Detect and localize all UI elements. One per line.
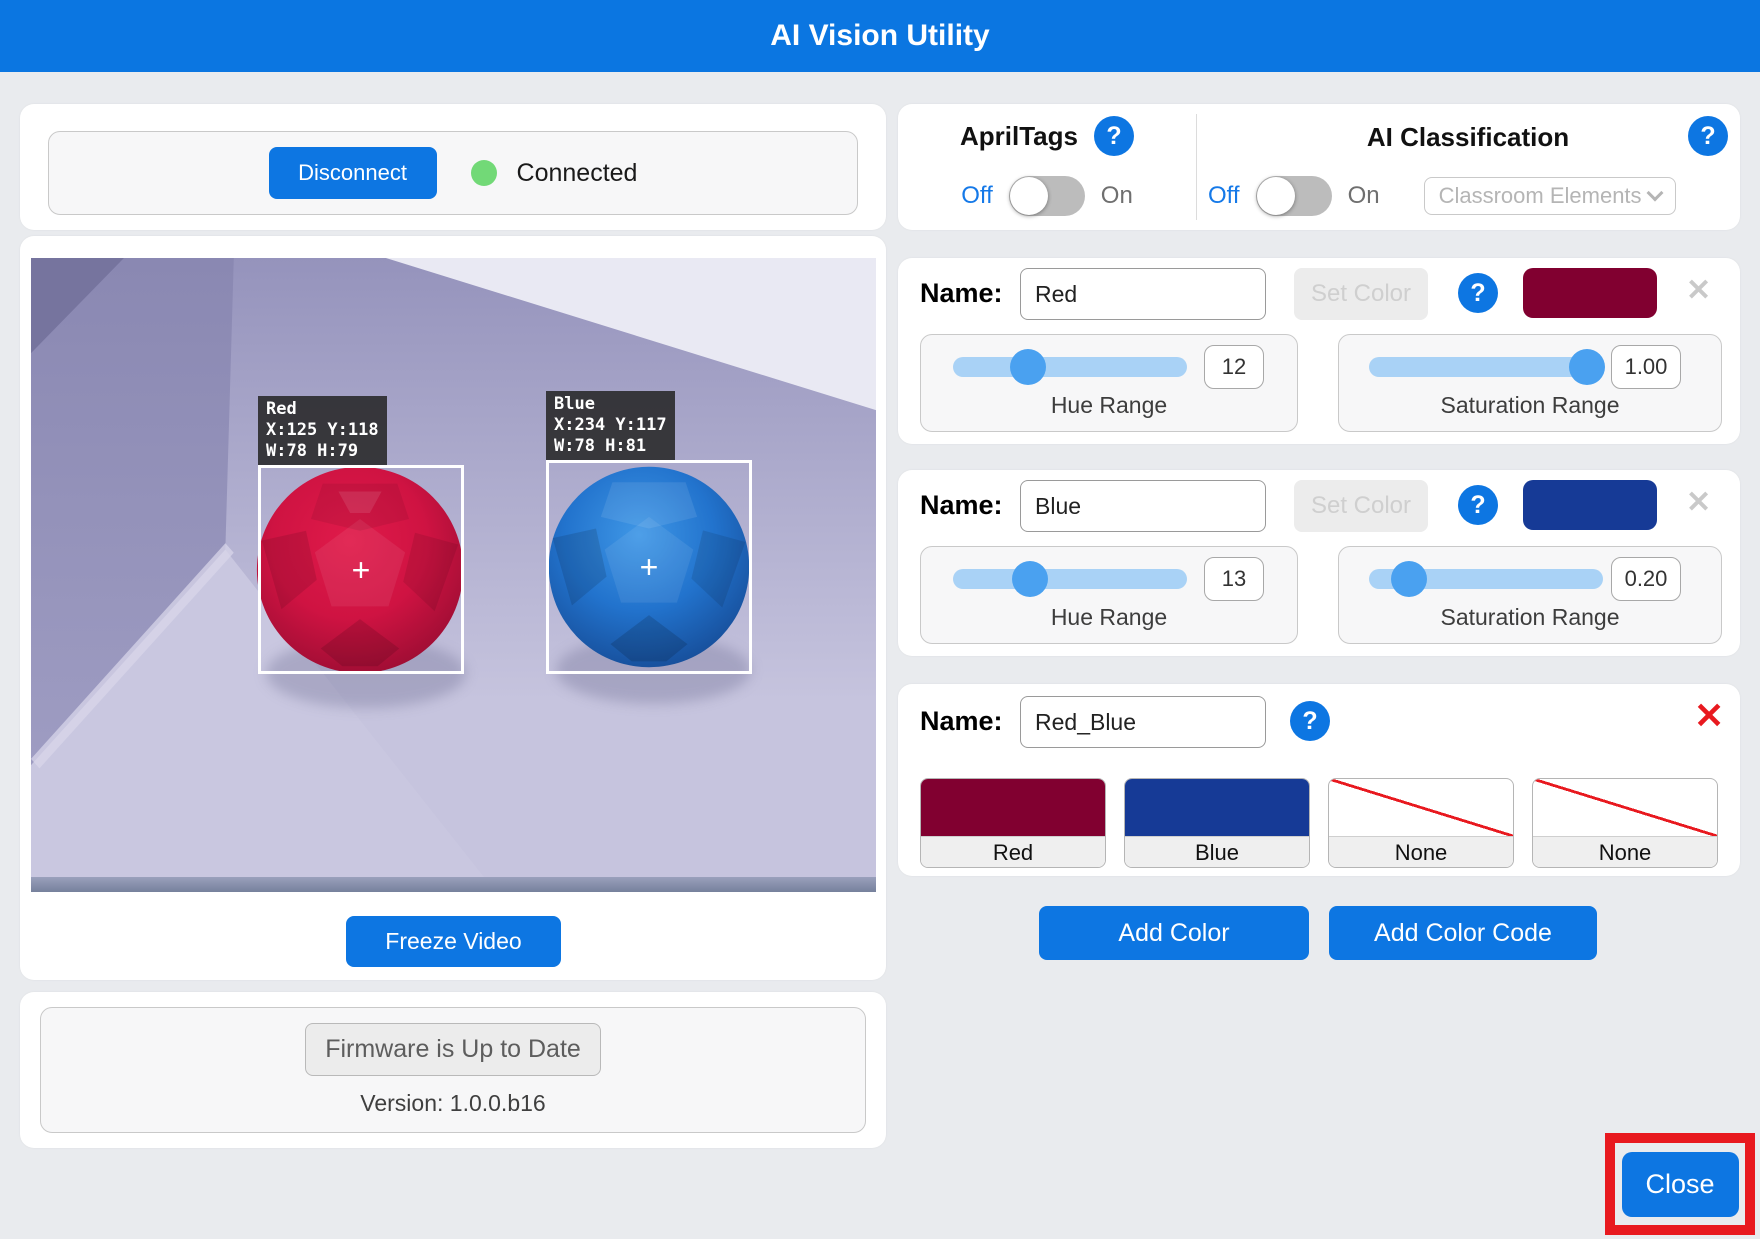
- color-swatch: [1523, 268, 1657, 318]
- firmware-box: Firmware is Up to Date Version: 1.0.0.b1…: [40, 1007, 866, 1133]
- hue-slider-track[interactable]: [953, 569, 1187, 589]
- classification-dropdown[interactable]: Classroom Elements: [1424, 177, 1676, 215]
- slot-label: None: [1329, 836, 1513, 868]
- hue-slider-track[interactable]: [953, 357, 1187, 377]
- slot-label: Red: [921, 836, 1105, 868]
- connection-status: Connected: [517, 159, 638, 188]
- add-color-button[interactable]: Add Color: [1039, 906, 1309, 960]
- saturation-range-label: Saturation Range: [1339, 392, 1721, 419]
- firmware-card: Firmware is Up to Date Version: 1.0.0.b1…: [20, 992, 886, 1148]
- hue-range-label: Hue Range: [921, 604, 1297, 631]
- classification-off-label: Off: [1208, 182, 1240, 210]
- toggles-card: AprilTags ? Off On AI Classification ? O…: [898, 104, 1740, 230]
- classification-on-label: On: [1348, 182, 1380, 210]
- apriltags-toggle[interactable]: [1009, 176, 1085, 216]
- remove-color-icon[interactable]: ✕: [1686, 276, 1711, 306]
- video-feed: Red X:125 Y:118 W:78 H:79 + Blue X:234 Y…: [31, 258, 876, 892]
- classification-help-button[interactable]: ?: [1688, 116, 1728, 156]
- hue-range-box: 13 Hue Range: [920, 546, 1298, 644]
- saturation-value[interactable]: 0.20: [1611, 557, 1681, 601]
- slot-label: None: [1533, 836, 1717, 868]
- name-label: Name:: [920, 706, 1003, 737]
- video-card: Red X:125 Y:118 W:78 H:79 + Blue X:234 Y…: [20, 236, 886, 980]
- color-name-input[interactable]: [1020, 480, 1266, 532]
- color-card-red: Name: Set Color ? ✕ 12 Hue Range 1.00 Sa…: [898, 258, 1740, 444]
- color-code-slot-3[interactable]: None: [1328, 778, 1514, 868]
- saturation-range-label: Saturation Range: [1339, 604, 1721, 631]
- name-label: Name:: [920, 278, 1003, 309]
- apriltags-help-button[interactable]: ?: [1094, 116, 1134, 156]
- apriltags-on-label: On: [1101, 182, 1133, 210]
- detection-label-blue: Blue X:234 Y:117 W:78 H:81: [546, 391, 675, 460]
- saturation-slider-track[interactable]: [1369, 569, 1603, 589]
- chevron-down-icon: [1646, 185, 1663, 202]
- color-help-button[interactable]: ?: [1458, 273, 1498, 313]
- set-color-button[interactable]: Set Color: [1294, 480, 1428, 532]
- classification-toggle[interactable]: [1256, 176, 1332, 216]
- blue-crosshair-icon: +: [640, 551, 659, 583]
- hue-slider-knob[interactable]: [1012, 561, 1048, 597]
- slot-color-none: [1329, 779, 1513, 836]
- saturation-slider-knob[interactable]: [1569, 349, 1605, 385]
- saturation-range-box: 0.20 Saturation Range: [1338, 546, 1722, 644]
- detection-label-red: Red X:125 Y:118 W:78 H:79: [258, 396, 387, 465]
- color-code-card: Name: ? ✕ Red Blue None None: [898, 684, 1740, 876]
- hue-value[interactable]: 13: [1204, 557, 1264, 601]
- firmware-version: Version: 1.0.0.b16: [360, 1090, 545, 1117]
- color-swatch: [1523, 480, 1657, 530]
- slot-color: [921, 779, 1105, 836]
- dropdown-value: Classroom Elements: [1439, 183, 1642, 209]
- add-color-code-button[interactable]: Add Color Code: [1329, 906, 1597, 960]
- hue-value[interactable]: 12: [1204, 345, 1264, 389]
- title-bar: AI Vision Utility: [0, 0, 1760, 72]
- question-icon: ?: [1700, 122, 1715, 151]
- color-name-input[interactable]: [1020, 268, 1266, 320]
- video-bottom-strip: [31, 877, 876, 892]
- question-icon: ?: [1106, 122, 1121, 151]
- close-highlight: Close: [1605, 1133, 1755, 1235]
- color-code-name-input[interactable]: [1020, 696, 1266, 748]
- saturation-range-box: 1.00 Saturation Range: [1338, 334, 1722, 432]
- set-color-button[interactable]: Set Color: [1294, 268, 1428, 320]
- connection-card: Disconnect Connected: [20, 104, 886, 230]
- name-label: Name:: [920, 490, 1003, 521]
- toggle-knob: [1257, 177, 1295, 215]
- color-code-slot-1[interactable]: Red: [920, 778, 1106, 868]
- color-card-blue: Name: Set Color ? ✕ 13 Hue Range 0.20 Sa…: [898, 470, 1740, 656]
- slot-color-none: [1533, 779, 1717, 836]
- remove-color-code-icon[interactable]: ✕: [1694, 698, 1724, 734]
- hue-range-box: 12 Hue Range: [920, 334, 1298, 432]
- saturation-slider-track[interactable]: [1369, 357, 1603, 377]
- disconnect-button[interactable]: Disconnect: [269, 147, 437, 199]
- classification-title: AI Classification: [1196, 122, 1740, 153]
- color-help-button[interactable]: ?: [1458, 485, 1498, 525]
- apriltags-title: AprilTags: [960, 121, 1078, 152]
- page-title: AI Vision Utility: [770, 19, 989, 53]
- toggle-knob: [1010, 177, 1048, 215]
- remove-color-icon[interactable]: ✕: [1686, 488, 1711, 518]
- slot-label: Blue: [1125, 836, 1309, 868]
- color-code-slot-4[interactable]: None: [1532, 778, 1718, 868]
- question-icon: ?: [1302, 707, 1317, 736]
- saturation-slider-knob[interactable]: [1391, 561, 1427, 597]
- question-icon: ?: [1470, 279, 1485, 308]
- saturation-value[interactable]: 1.00: [1611, 345, 1681, 389]
- color-code-help-button[interactable]: ?: [1290, 701, 1330, 741]
- connection-box: Disconnect Connected: [48, 131, 858, 215]
- hue-slider-knob[interactable]: [1010, 349, 1046, 385]
- freeze-video-button[interactable]: Freeze Video: [346, 916, 561, 967]
- classification-section: AI Classification ? Off On Classroom Ele…: [1196, 104, 1740, 230]
- slot-color: [1125, 779, 1309, 836]
- apriltags-section: AprilTags ? Off On: [898, 104, 1196, 230]
- red-crosshair-icon: +: [352, 554, 371, 586]
- close-button[interactable]: Close: [1622, 1152, 1739, 1217]
- status-dot-icon: [471, 160, 497, 186]
- question-icon: ?: [1470, 491, 1485, 520]
- hue-range-label: Hue Range: [921, 392, 1297, 419]
- firmware-status-button[interactable]: Firmware is Up to Date: [305, 1023, 601, 1076]
- color-code-slot-2[interactable]: Blue: [1124, 778, 1310, 868]
- apriltags-off-label: Off: [961, 182, 993, 210]
